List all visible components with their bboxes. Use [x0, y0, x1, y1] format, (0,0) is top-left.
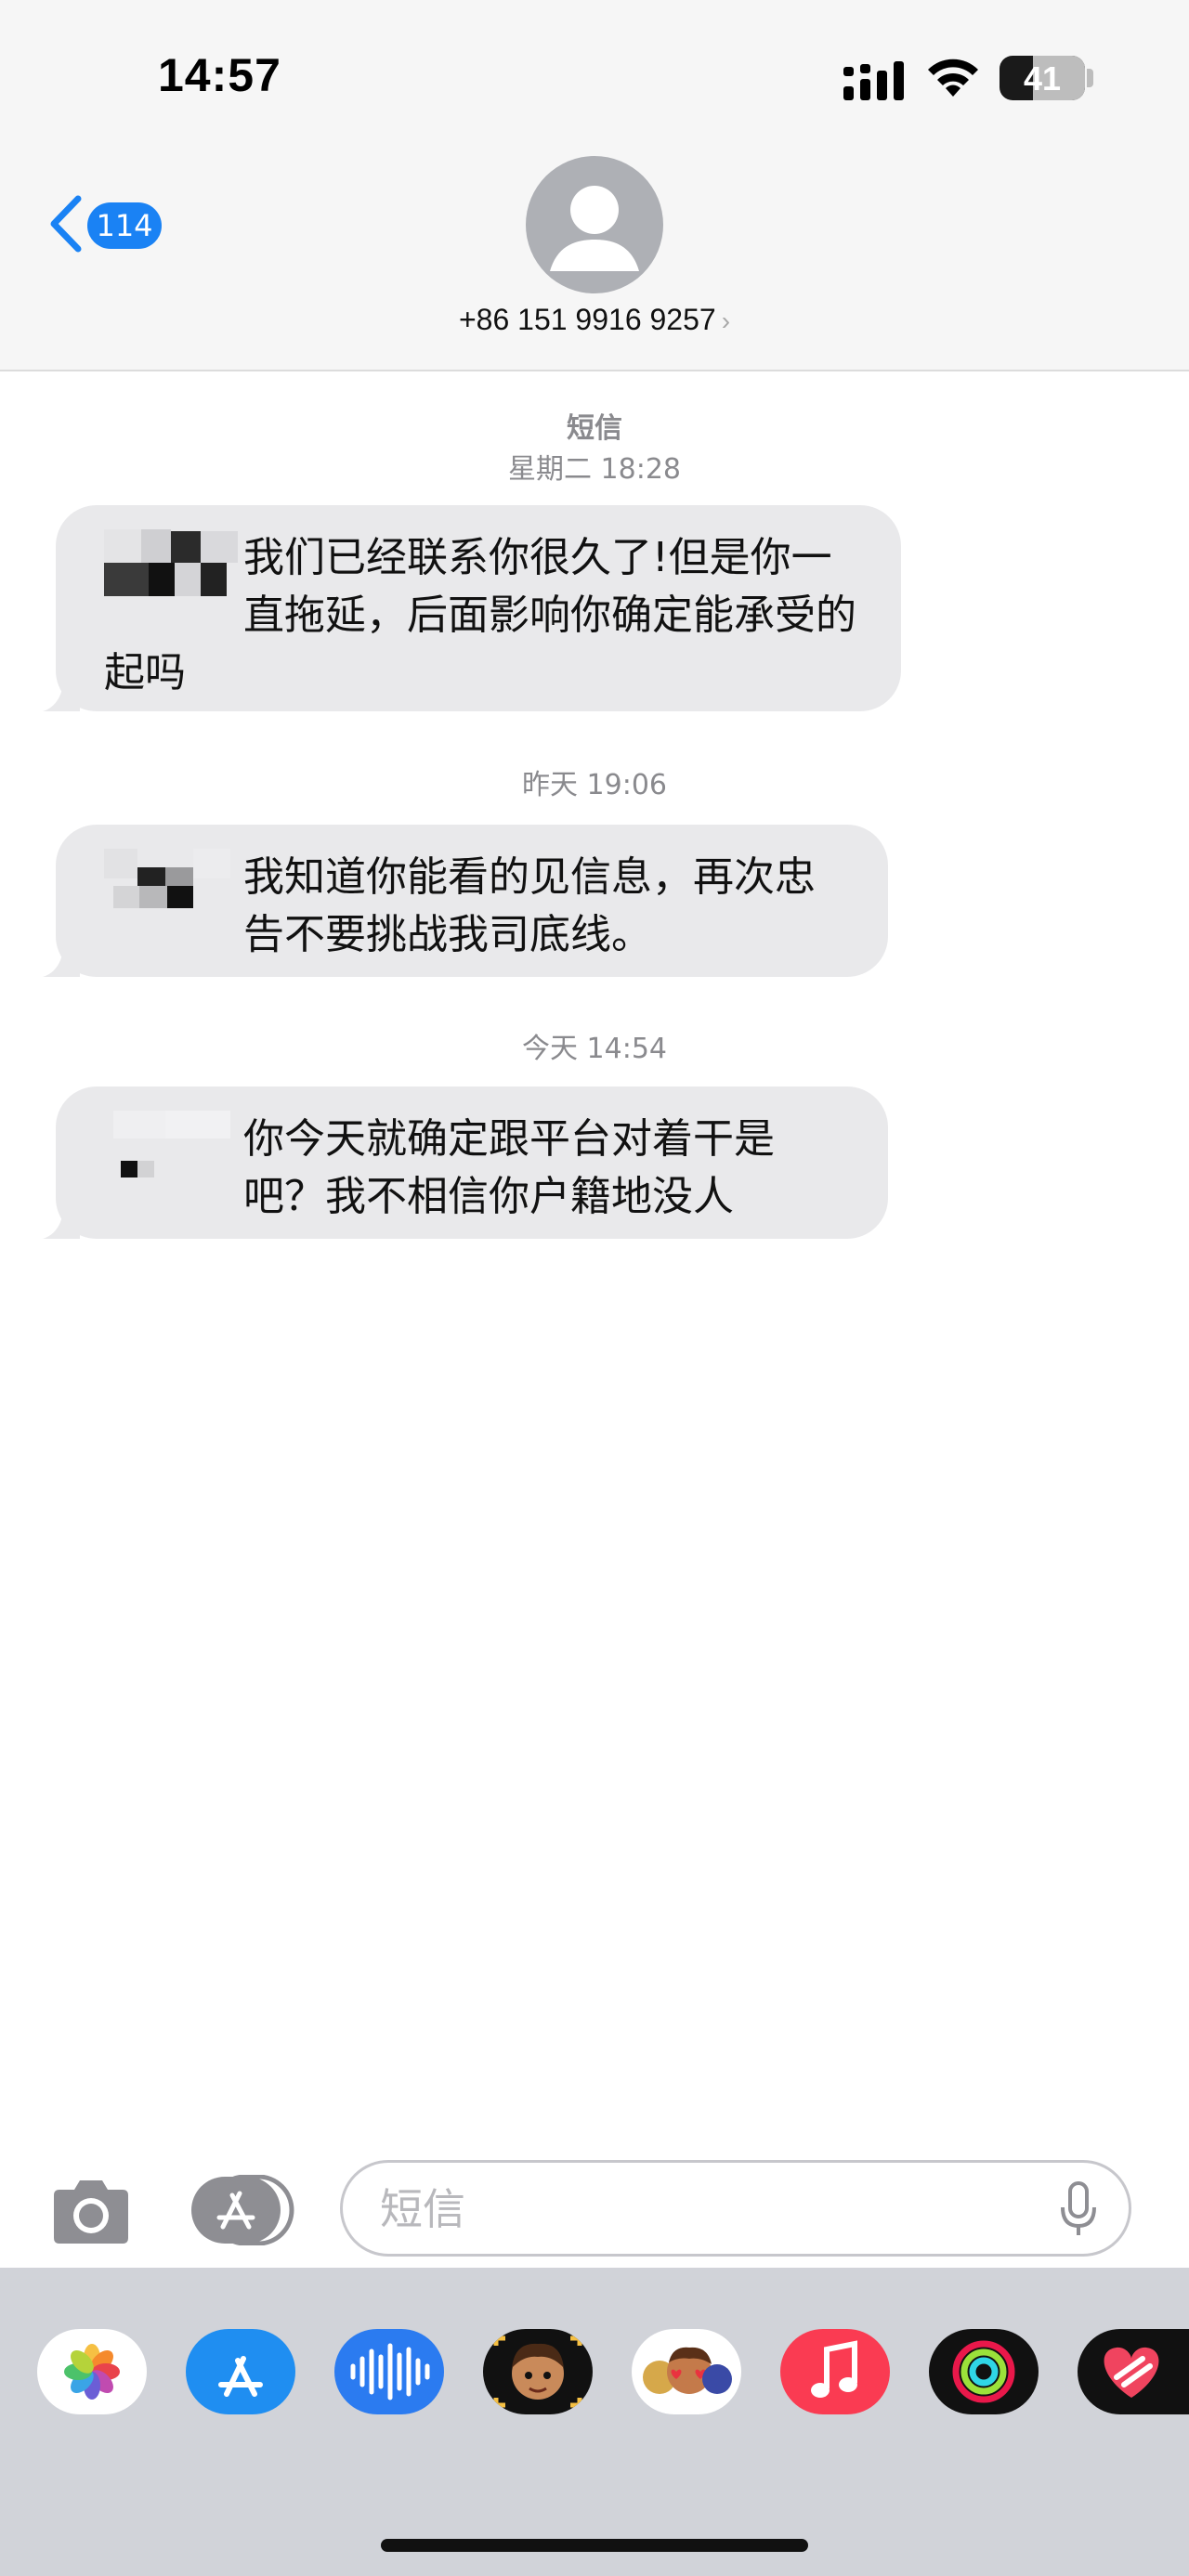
chevron-left-icon — [50, 195, 82, 253]
timestamp-2: 昨天 19:06 — [522, 769, 667, 801]
app-drawer — [0, 2268, 1189, 2576]
service-label: 短信 — [567, 412, 622, 445]
timestamp-1: 星期二 18:28 — [508, 453, 681, 486]
contact-number: +86 151 9916 9257 — [458, 303, 716, 336]
wifi-icon — [928, 59, 978, 97]
redacted-mosaic — [104, 849, 243, 916]
message-input[interactable] — [378, 2176, 1032, 2243]
message-input-field[interactable] — [340, 2160, 1131, 2257]
incoming-message-bubble[interactable]: 我知道你能看的见信息，再次忠告不要挑战我司底线。 — [43, 825, 888, 977]
bubble-tail — [43, 940, 80, 977]
audio-message-icon[interactable] — [334, 2329, 444, 2414]
battery-cap — [1087, 69, 1093, 87]
bubble-tail — [43, 1202, 80, 1239]
unread-badge: 114 — [87, 202, 162, 249]
chevron-right-icon: › — [721, 306, 731, 335]
home-indicator[interactable] — [381, 2539, 808, 2552]
conversation-header: 14:57 41 114 +86 151 9916 9257 › — [0, 0, 1189, 371]
redacted-mosaic — [104, 1111, 243, 1177]
music-icon[interactable] — [780, 2329, 890, 2414]
conversation-timestamp: 短信 星期二 18:28 — [0, 405, 1189, 487]
timestamp-3: 今天 14:54 — [522, 1033, 667, 1065]
digital-touch-icon[interactable] — [1078, 2329, 1189, 2414]
battery-level: 41 — [1023, 59, 1062, 98]
fitness-activity-icon[interactable] — [929, 2329, 1039, 2414]
app-store-icon — [191, 2174, 294, 2246]
bubble-tail — [43, 674, 80, 711]
status-time: 14:57 — [158, 49, 281, 101]
redacted-mosaic — [104, 529, 243, 596]
back-button[interactable]: 114 — [41, 191, 171, 256]
message-text: 我知道你能看的见信息，再次忠告不要挑战我司底线。 — [243, 853, 816, 958]
apps-button[interactable] — [191, 2174, 295, 2246]
contact-name[interactable]: +86 151 9916 9257 › — [409, 303, 780, 337]
cellular-signal-icon — [843, 61, 904, 100]
memoji-stickers-icon[interactable] — [632, 2329, 741, 2414]
incoming-message-bubble[interactable]: 我们已经联系你很久了!但是你一直拖延，后面影响你确定能承受的起吗 — [43, 505, 901, 711]
app-store-app-icon[interactable] — [186, 2329, 295, 2414]
person-icon — [550, 186, 639, 271]
incoming-message-bubble[interactable]: 你今天就确定跟平台对着干是吧？我不相信你户籍地没人 — [43, 1086, 888, 1239]
memoji-icon[interactable] — [483, 2329, 593, 2414]
microphone-icon[interactable] — [1060, 2181, 1097, 2239]
photos-app-icon[interactable] — [37, 2329, 147, 2414]
contact-avatar[interactable] — [526, 156, 663, 293]
message-text: 你今天就确定跟平台对着干是吧？我不相信你户籍地没人 — [243, 1115, 775, 1220]
camera-icon[interactable] — [48, 2179, 134, 2245]
battery-icon: 41 — [1000, 56, 1085, 100]
